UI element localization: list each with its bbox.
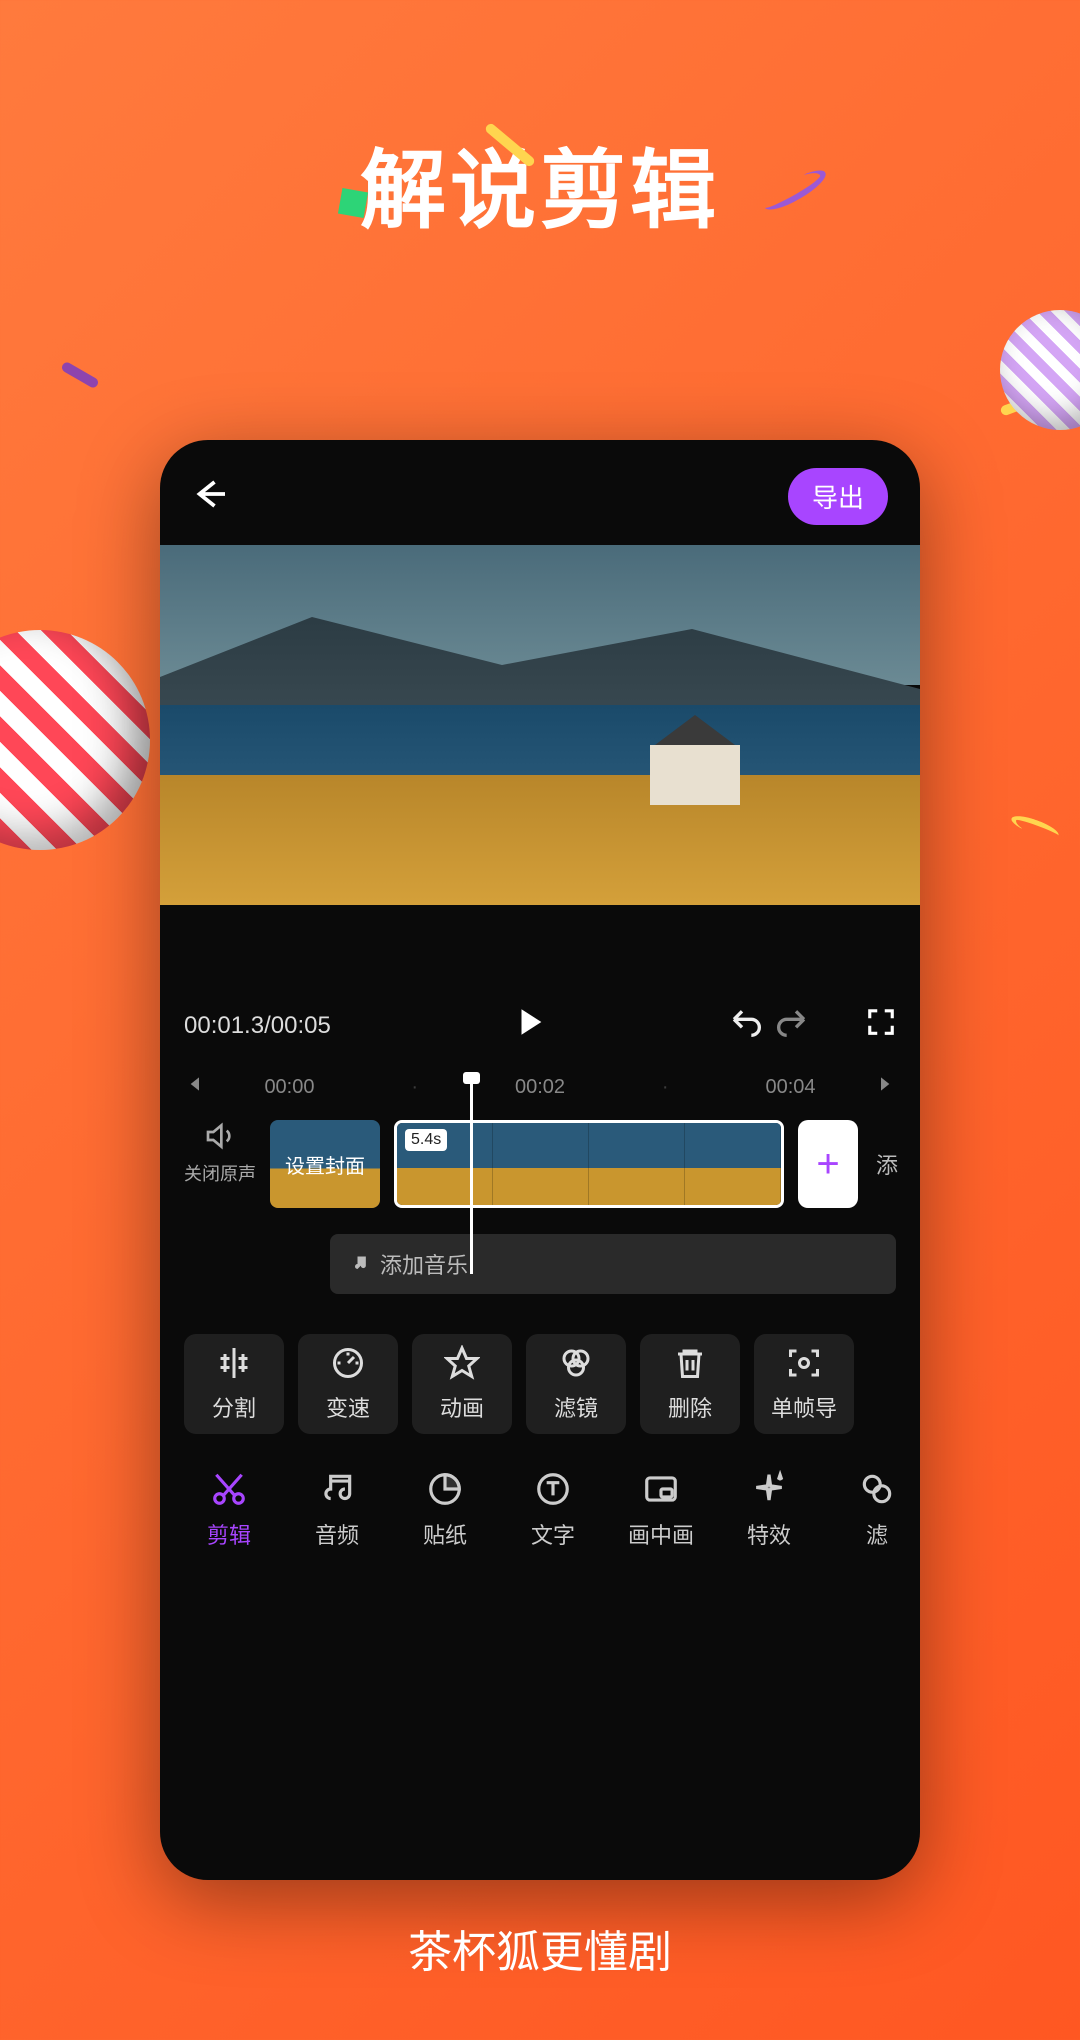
- nav-sticker[interactable]: 贴纸: [396, 1470, 494, 1550]
- play-icon: [513, 1005, 547, 1039]
- add-music-button[interactable]: 添加音乐: [330, 1234, 896, 1294]
- nav-edit[interactable]: 剪辑: [180, 1470, 278, 1550]
- nav-effects[interactable]: 特效: [720, 1470, 818, 1550]
- confetti-squiggle: [1009, 812, 1061, 842]
- expand-icon: [866, 1007, 896, 1037]
- clip-duration-badge: 5.4s: [405, 1129, 447, 1151]
- sticker-icon: [426, 1470, 464, 1508]
- filter-circles-icon: [558, 1345, 594, 1381]
- video-preview[interactable]: [160, 545, 920, 905]
- back-button[interactable]: [192, 476, 228, 517]
- editor-topbar: 导出: [160, 440, 920, 545]
- arrow-left-icon: [192, 476, 228, 512]
- timeline-ruler: 00:00 · 00:02 · 00:04: [160, 1064, 920, 1104]
- speaker-icon: [204, 1120, 236, 1152]
- undo-icon: [730, 1006, 762, 1038]
- confetti-bar: [60, 361, 100, 390]
- mute-label: 关闭原声: [184, 1160, 256, 1186]
- timeline[interactable]: 关闭原声 设置封面 5.4s + 添: [160, 1104, 920, 1218]
- split-tool[interactable]: 分割: [184, 1334, 284, 1434]
- trash-icon: [672, 1345, 708, 1381]
- delete-tool[interactable]: 删除: [640, 1334, 740, 1434]
- preview-grass: [160, 775, 920, 905]
- decorative-sphere: [0, 630, 150, 850]
- undo-button[interactable]: [730, 1006, 762, 1045]
- filter-icon: [858, 1470, 896, 1508]
- nav-audio[interactable]: 音频: [288, 1470, 386, 1550]
- prev-frame-button[interactable]: [184, 1074, 204, 1100]
- music-icon: [318, 1470, 356, 1508]
- split-icon: [216, 1345, 252, 1381]
- redo-button[interactable]: [776, 1006, 808, 1045]
- nav-text[interactable]: 文字: [504, 1470, 602, 1550]
- nav-filter[interactable]: 滤: [828, 1470, 920, 1550]
- skip-prev-icon: [184, 1074, 204, 1094]
- playback-controls: 00:01.3/00:05: [160, 905, 920, 1064]
- preview-house: [650, 745, 740, 805]
- add-clip-button[interactable]: +: [798, 1120, 858, 1208]
- ruler-tick: 00:04: [765, 1076, 815, 1099]
- promo-title: 解说剪辑: [0, 120, 1080, 245]
- gauge-icon: [330, 1345, 366, 1381]
- filter-tool[interactable]: 滤镜: [526, 1334, 626, 1434]
- text-icon: [534, 1470, 572, 1508]
- nav-pip[interactable]: 画中画: [612, 1470, 710, 1550]
- confetti-square: [338, 188, 368, 218]
- frame-export-tool[interactable]: 单帧导: [754, 1334, 854, 1434]
- music-note-icon: [350, 1254, 370, 1274]
- star-icon: [444, 1345, 480, 1381]
- export-button[interactable]: 导出: [788, 468, 888, 525]
- sparkle-icon: [750, 1470, 788, 1508]
- plus-icon: +: [816, 1142, 839, 1187]
- frame-icon: [786, 1345, 822, 1381]
- phone-frame: 导出 00:01.3/00:05 00:00 · 00: [160, 440, 920, 1880]
- redo-icon: [776, 1006, 808, 1038]
- video-clip[interactable]: 5.4s: [394, 1120, 784, 1208]
- add-clip-label: 添: [876, 1148, 898, 1180]
- playhead[interactable]: [470, 1074, 473, 1274]
- edit-toolbar: 分割 变速 动画 滤镜 删除 单帧导: [160, 1294, 920, 1454]
- fullscreen-button[interactable]: [866, 1007, 896, 1044]
- bottom-nav: 剪辑 音频 贴纸 文字 画中画 特效 滤: [160, 1454, 920, 1580]
- ruler-tick: 00:02: [515, 1076, 565, 1099]
- add-music-label: 添加音乐: [380, 1248, 468, 1280]
- ruler-tick: 00:00: [264, 1076, 314, 1099]
- speed-tool[interactable]: 变速: [298, 1334, 398, 1434]
- scissors-icon: [210, 1470, 248, 1508]
- set-cover-button[interactable]: 设置封面: [270, 1120, 380, 1208]
- next-frame-button[interactable]: [876, 1074, 896, 1100]
- mute-original-button[interactable]: 关闭原声: [184, 1120, 256, 1186]
- pip-icon: [642, 1470, 680, 1508]
- play-button[interactable]: [513, 1005, 547, 1046]
- timecode: 00:01.3/00:05: [184, 1012, 331, 1040]
- cover-label: 设置封面: [285, 1150, 365, 1179]
- promo-footer: 茶杯狐更懂剧: [0, 1916, 1080, 1980]
- animate-tool[interactable]: 动画: [412, 1334, 512, 1434]
- skip-next-icon: [876, 1074, 896, 1094]
